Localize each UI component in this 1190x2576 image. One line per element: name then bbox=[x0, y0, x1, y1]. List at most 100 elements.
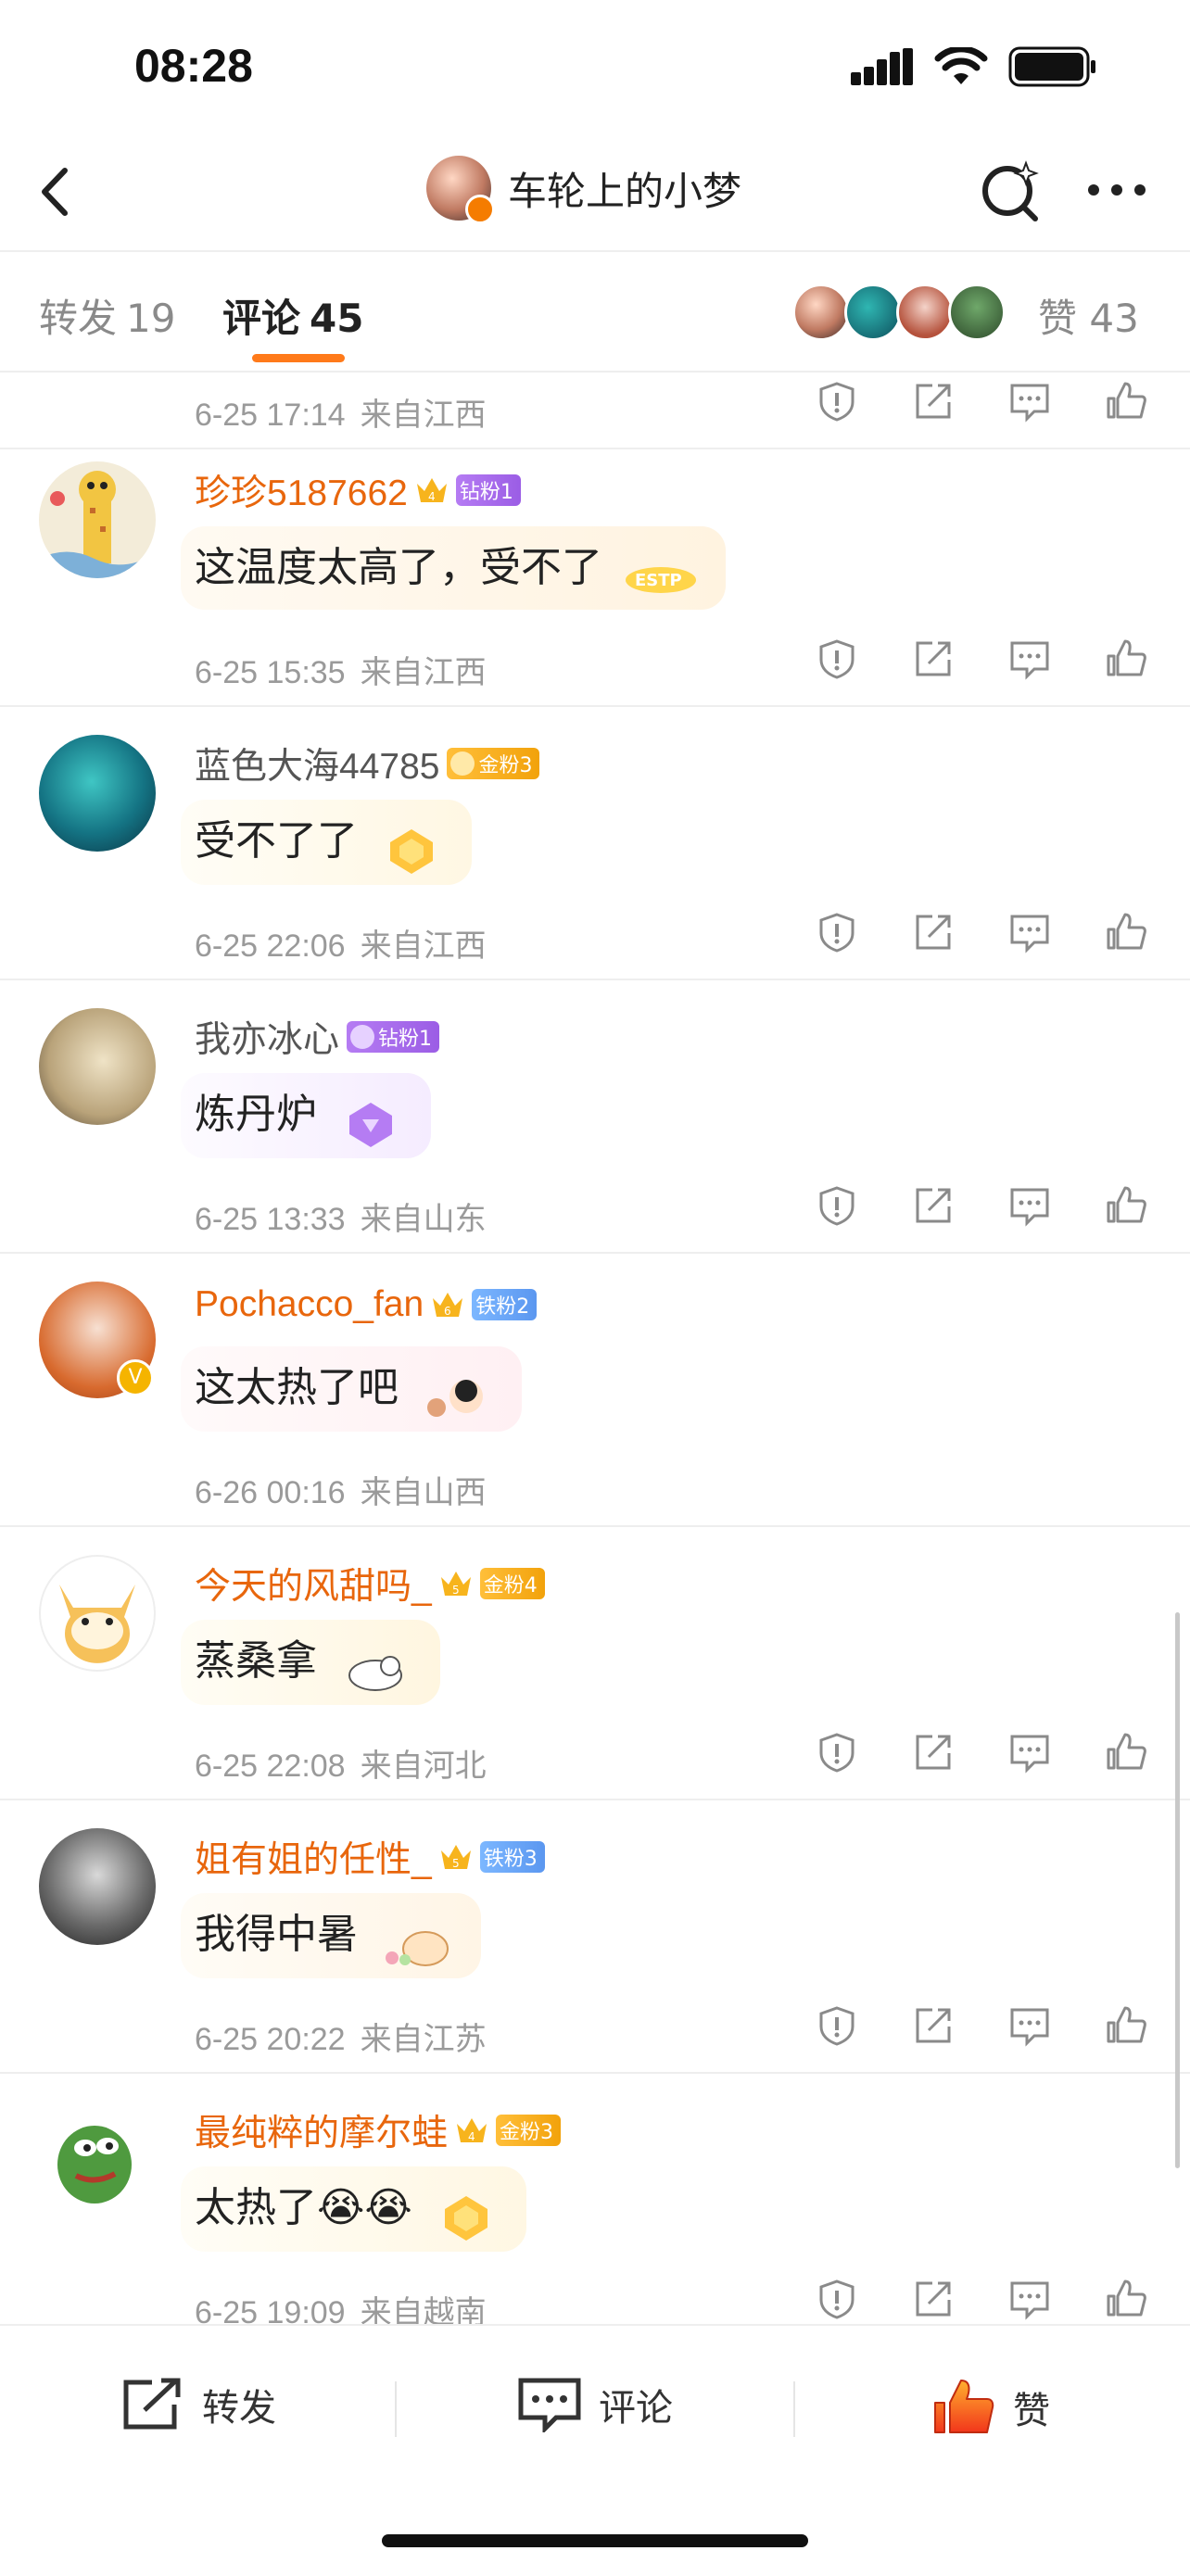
divider bbox=[793, 2381, 795, 2437]
like-button[interactable]: 赞 bbox=[931, 2377, 1050, 2438]
comment-date: 6-25 19:09 bbox=[195, 2295, 346, 2326]
like-icon[interactable] bbox=[1105, 2278, 1147, 2320]
comment-text: 太热了😭😭 bbox=[195, 2184, 412, 2231]
comment-location: 来自越南 bbox=[360, 2295, 487, 2326]
comment-author[interactable]: 我亦冰心 bbox=[195, 1011, 339, 1063]
comment-author[interactable]: 蓝色大海44785 bbox=[195, 738, 439, 789]
comment-bubble[interactable]: 我得中暑 bbox=[181, 1893, 482, 1978]
comment-icon[interactable] bbox=[1008, 638, 1051, 680]
tab-comment[interactable]: 评论 45 bbox=[222, 287, 363, 344]
fan-badge: 铁粉3 bbox=[479, 1841, 545, 1873]
svg-text:6: 6 bbox=[444, 1305, 451, 1318]
report-icon[interactable] bbox=[816, 911, 858, 953]
like-icon[interactable] bbox=[1105, 1731, 1147, 1774]
comment-location: 来自山西 bbox=[360, 1475, 487, 1510]
estp-sticker-icon: ESTP bbox=[626, 566, 697, 593]
comment-icon[interactable] bbox=[1008, 2004, 1051, 2047]
report-icon[interactable] bbox=[816, 1184, 858, 1227]
share-icon[interactable] bbox=[912, 2278, 955, 2320]
battery-icon bbox=[1008, 46, 1095, 87]
comment-icon[interactable] bbox=[1008, 380, 1051, 423]
comment-bubble[interactable]: 蒸桑拿 bbox=[181, 1620, 441, 1705]
share-icon[interactable] bbox=[912, 638, 955, 680]
share-icon[interactable] bbox=[912, 2004, 955, 2047]
comment-bubble[interactable]: 受不了了 bbox=[181, 800, 473, 885]
comment-actions bbox=[816, 1184, 1147, 1227]
share-icon[interactable] bbox=[912, 1731, 955, 1774]
avatar[interactable] bbox=[39, 735, 156, 852]
comment-meta: 6-25 22:08 来自河北 bbox=[195, 1740, 487, 1786]
like-icon[interactable] bbox=[1105, 1184, 1147, 1227]
share-icon[interactable] bbox=[912, 380, 955, 423]
comment-author[interactable]: 今天的风甜吗_ bbox=[195, 1558, 432, 1610]
report-icon[interactable] bbox=[816, 638, 858, 680]
scrollbar[interactable] bbox=[1175, 1612, 1180, 2168]
like-icon[interactable] bbox=[1105, 2004, 1147, 2047]
report-icon[interactable] bbox=[816, 2278, 858, 2320]
comment-author[interactable]: Pochacco_fan bbox=[195, 1284, 424, 1325]
comment-author[interactable]: 最纯粹的摩尔蛙 bbox=[195, 2104, 448, 2156]
comment-icon[interactable] bbox=[1008, 1731, 1051, 1774]
repost-label: 转发 bbox=[202, 2387, 276, 2430]
avatar[interactable]: V bbox=[39, 1282, 156, 1398]
comment-icon[interactable] bbox=[1008, 2278, 1051, 2320]
report-icon[interactable] bbox=[816, 1731, 858, 1774]
comment-meta: 6-25 15:35 来自江西 bbox=[195, 647, 487, 692]
repost-button[interactable]: 转发 bbox=[120, 2377, 276, 2432]
back-icon[interactable] bbox=[26, 159, 91, 224]
gold-fan-icon bbox=[450, 751, 475, 776]
comment-meta: 6-26 00:16 来自山西 bbox=[195, 1467, 487, 1512]
tab-repost-count: 19 bbox=[126, 296, 176, 341]
comment-date: 6-25 13:33 bbox=[195, 1202, 346, 1237]
comment-text: 炼丹炉 bbox=[195, 1091, 317, 1138]
share-icon[interactable] bbox=[912, 911, 955, 953]
avatar[interactable] bbox=[39, 1828, 156, 1945]
cat-sticker-icon bbox=[386, 1930, 449, 1966]
report-icon[interactable] bbox=[816, 380, 858, 423]
avatar[interactable] bbox=[426, 156, 495, 224]
tab-repost[interactable]: 转发 19 bbox=[39, 287, 175, 344]
more-icon[interactable] bbox=[1084, 176, 1149, 204]
comment-icon[interactable] bbox=[1008, 911, 1051, 953]
comment-author[interactable]: 珍珍5187662 bbox=[195, 464, 408, 516]
comment-meta: 6-25 13:33 来自山东 bbox=[195, 1193, 487, 1239]
comment-meta: 6-25 19:09 来自越南 bbox=[195, 2287, 487, 2326]
avatar[interactable] bbox=[39, 461, 156, 578]
comment-actions bbox=[816, 911, 1147, 953]
crown-icon: 5 bbox=[440, 1572, 471, 1597]
like-icon[interactable] bbox=[1105, 911, 1147, 953]
tab-bar: 转发 19 评论 45 赞 43 bbox=[0, 250, 1190, 373]
ai-search-icon[interactable] bbox=[978, 159, 1043, 224]
comment-author[interactable]: 姐有姐的任性_ bbox=[195, 1831, 432, 1883]
comment-meta: 6-25 17:14 来自江西 bbox=[195, 389, 487, 435]
verified-icon: V bbox=[117, 1359, 154, 1396]
fan-badge: 钻粉1 bbox=[455, 474, 521, 506]
like-icon[interactable] bbox=[1105, 380, 1147, 423]
comment-bubble[interactable]: 这太热了吧 bbox=[181, 1346, 523, 1432]
comment-bubble[interactable]: 这温度太高了，受不了 ESTP bbox=[181, 526, 727, 610]
divider bbox=[395, 2381, 397, 2437]
avatar[interactable] bbox=[39, 1555, 156, 1672]
avatar[interactable] bbox=[39, 1008, 156, 1125]
fan-badge-label: 金粉4 bbox=[483, 1574, 538, 1597]
avatar[interactable] bbox=[39, 2102, 156, 2218]
tab-comment-count: 45 bbox=[310, 296, 364, 341]
fan-badge: 金粉3 bbox=[447, 748, 540, 779]
list-item: 最纯粹的摩尔蛙 4 金粉3 太热了😭😭 6-25 19:09 来自越南 bbox=[0, 2074, 1190, 2326]
comment-text: 受不了了 bbox=[195, 817, 358, 865]
crown-icon: 6 bbox=[433, 1293, 463, 1318]
avatar bbox=[844, 284, 902, 341]
share-icon[interactable] bbox=[912, 1184, 955, 1227]
comment-bubble[interactable]: 太热了😭😭 bbox=[181, 2166, 526, 2252]
cartoon-sticker-icon bbox=[427, 1379, 484, 1417]
dog-sticker-icon bbox=[348, 1655, 403, 1691]
comment-bubble[interactable]: 炼丹炉 bbox=[181, 1073, 432, 1158]
report-icon[interactable] bbox=[816, 2004, 858, 2047]
like-icon[interactable] bbox=[1105, 638, 1147, 680]
liker-avatars[interactable] bbox=[792, 284, 1006, 341]
comment-button[interactable]: 评论 bbox=[517, 2377, 673, 2432]
comment-icon[interactable] bbox=[1008, 1184, 1051, 1227]
tab-like[interactable]: 赞 43 bbox=[1038, 287, 1139, 344]
svg-text:4: 4 bbox=[428, 490, 436, 503]
nav-user[interactable]: 车轮上的小梦 bbox=[426, 156, 741, 224]
